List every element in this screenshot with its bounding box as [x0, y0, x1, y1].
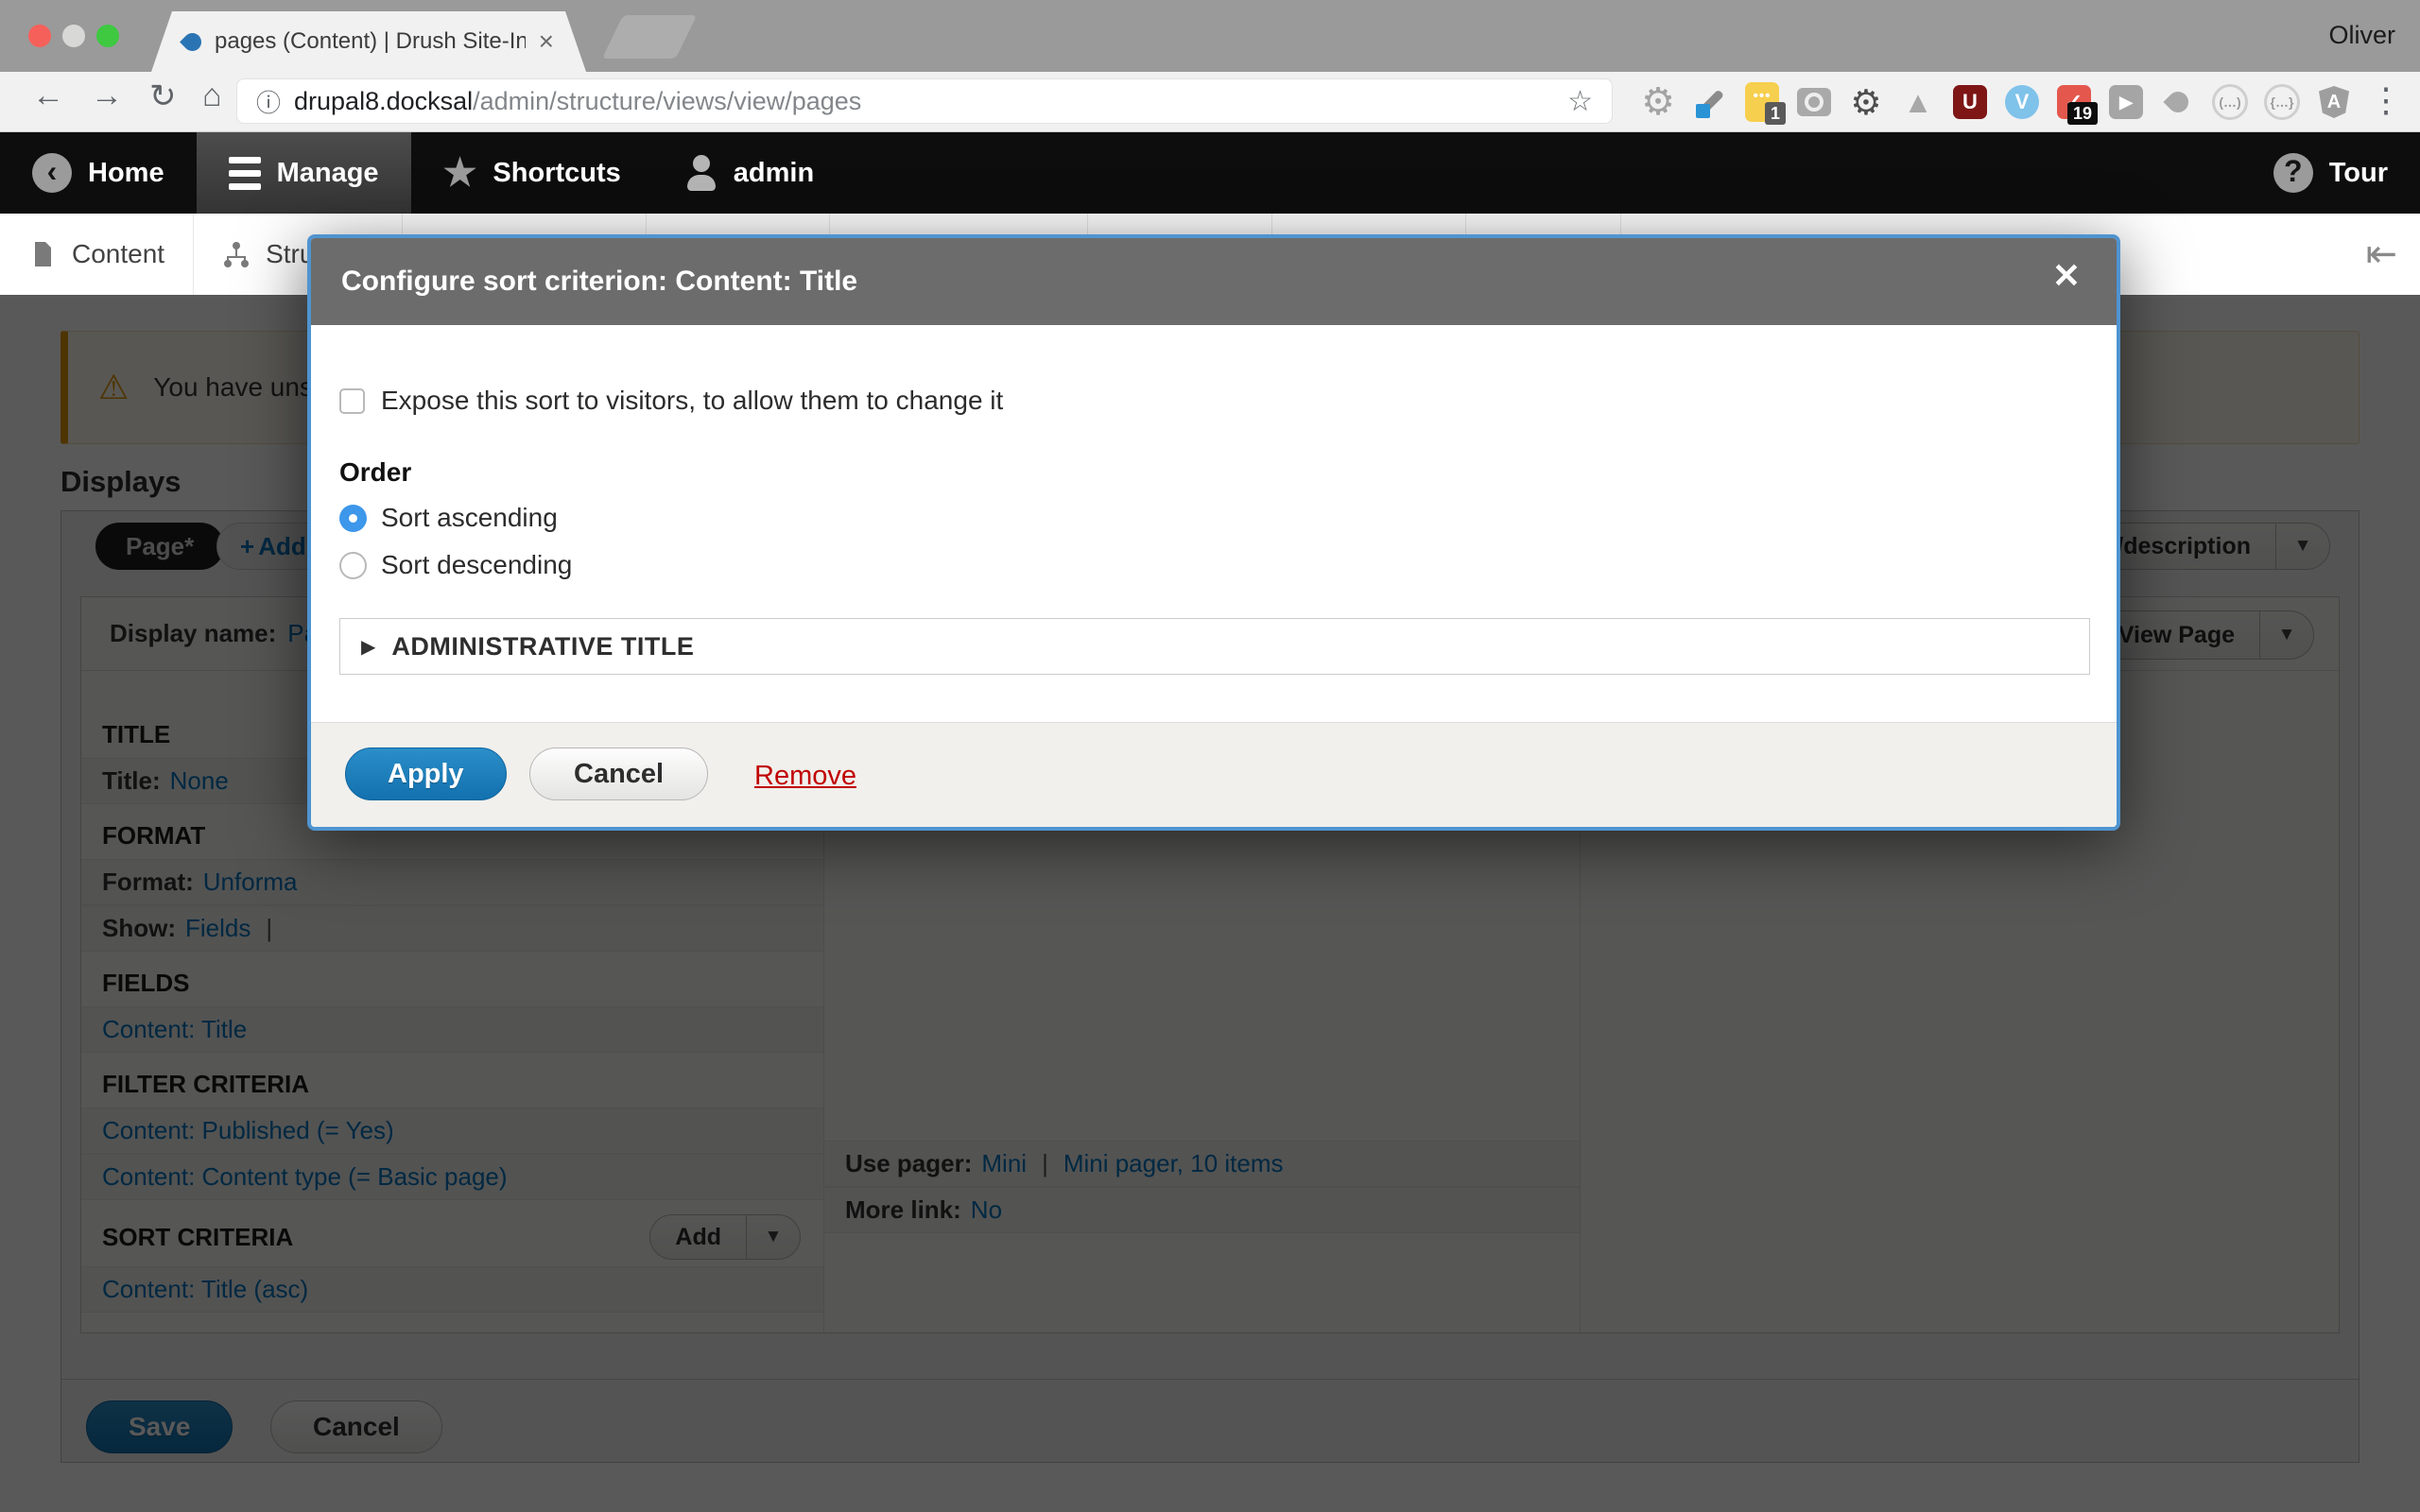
- toolbar-home-label: Home: [88, 158, 164, 189]
- forward-icon[interactable]: →: [91, 77, 123, 114]
- zoom-window-button[interactable]: [96, 25, 119, 47]
- toolbar-item-tour[interactable]: ? Tour: [2241, 132, 2420, 214]
- drive-extension-icon[interactable]: ▲: [1900, 84, 1936, 120]
- braces-extension-icon[interactable]: {…}: [2264, 84, 2300, 120]
- toolbar-manage-label: Manage: [277, 158, 379, 189]
- configure-sort-modal: Configure sort criterion: Content: Title…: [307, 234, 2120, 831]
- todoist-extension-icon[interactable]: ✓ 19: [2056, 84, 2092, 120]
- hamburger-icon: [229, 157, 261, 190]
- url-path: /admin/structure/views/view/pages: [473, 87, 861, 115]
- gear-extension-icon[interactable]: ⚙: [1640, 84, 1676, 120]
- expose-checkbox[interactable]: [339, 388, 365, 414]
- browser-menu-icon[interactable]: ⋮: [2369, 83, 2403, 117]
- details-arrow-icon: ▶: [361, 635, 375, 659]
- url-bar[interactable]: ⓘ drupal8.docksal/admin/structure/views/…: [236, 78, 1613, 124]
- play-extension-icon[interactable]: ▶: [2108, 84, 2144, 120]
- modal-cancel-button[interactable]: Cancel: [529, 747, 708, 800]
- vimium-extension-icon[interactable]: V: [2004, 84, 2040, 120]
- minimize-window-button[interactable]: [62, 25, 85, 47]
- sort-ascending-label: Sort ascending: [381, 503, 558, 533]
- angular-extension-icon[interactable]: A: [2316, 84, 2352, 120]
- sitemap-icon: [222, 240, 251, 268]
- toolbar-item-shortcuts[interactable]: ★ Shortcuts: [411, 132, 653, 214]
- browser-tab[interactable]: pages (Content) | Drush Site-In ×: [151, 11, 586, 72]
- expose-sort-option[interactable]: Expose this sort to visitors, to allow t…: [339, 386, 1003, 416]
- browser-profile-name[interactable]: Oliver: [2328, 21, 2395, 50]
- question-icon: ?: [2273, 153, 2313, 193]
- file-icon: [28, 240, 57, 268]
- administrative-title-details[interactable]: ▶ ADMINISTRATIVE TITLE: [339, 618, 2090, 675]
- expose-label: Expose this sort to visitors, to allow t…: [381, 386, 1003, 416]
- order-label: Order: [339, 457, 411, 488]
- admin-toolbar: ‹ Home Manage ★ Shortcuts admin ? Tour: [0, 132, 2420, 214]
- toolbar-item-manage[interactable]: Manage: [197, 132, 411, 214]
- sort-ascending-radio[interactable]: [339, 505, 367, 532]
- drupal-favicon: [180, 29, 205, 55]
- modal-footer: Apply Cancel Remove: [311, 722, 2117, 827]
- user-icon: [685, 155, 717, 191]
- reload-icon[interactable]: ↻: [149, 77, 177, 115]
- ublock-extension-icon[interactable]: U: [1952, 84, 1988, 120]
- color-picker-extension-icon[interactable]: [1692, 84, 1728, 120]
- toolbar-shortcuts-label: Shortcuts: [493, 158, 620, 189]
- remove-link[interactable]: Remove: [754, 761, 856, 792]
- sort-descending-label: Sort descending: [381, 550, 572, 580]
- url-host: drupal8.docksal: [294, 87, 473, 115]
- drupal-extension-icon[interactable]: [2160, 84, 2196, 120]
- sort-descending-radio[interactable]: [339, 552, 367, 579]
- back-icon[interactable]: ←: [32, 77, 64, 114]
- star-icon: ★: [443, 154, 477, 192]
- browser-tab-bar: pages (Content) | Drush Site-In × Oliver: [0, 0, 2420, 72]
- password-badge: 1: [1765, 102, 1786, 125]
- close-icon[interactable]: ✕: [2052, 259, 2081, 293]
- toolbar-item-admin[interactable]: admin: [653, 132, 846, 214]
- sort-descending-option[interactable]: Sort descending: [339, 550, 572, 580]
- toolbar-item-home[interactable]: ‹ Home: [0, 132, 197, 214]
- tab-title: pages (Content) | Drush Site-In: [215, 28, 526, 55]
- apply-button[interactable]: Apply: [345, 747, 507, 800]
- parens-extension-icon[interactable]: (…): [2212, 84, 2248, 120]
- close-window-button[interactable]: [28, 25, 51, 47]
- modal-body: Expose this sort to visitors, to allow t…: [311, 325, 2117, 722]
- toolbar-admin-label: admin: [734, 158, 814, 189]
- sort-ascending-option[interactable]: Sort ascending: [339, 503, 558, 533]
- dark-gear-extension-icon[interactable]: ⚙: [1848, 84, 1884, 120]
- camera-extension-icon[interactable]: [1796, 84, 1832, 120]
- todoist-badge: 19: [2067, 102, 2098, 125]
- home-icon[interactable]: ⌂: [202, 77, 222, 114]
- toolbar-collapse-icon[interactable]: ⇤: [2342, 232, 2420, 276]
- back-to-site-icon: ‹: [32, 153, 72, 193]
- modal-header[interactable]: Configure sort criterion: Content: Title…: [311, 238, 2117, 325]
- menu-item-content[interactable]: Content: [0, 214, 194, 295]
- new-tab-button[interactable]: [602, 15, 697, 59]
- bookmark-star-icon[interactable]: ☆: [1567, 85, 1593, 118]
- extension-icons: ⚙ ••• 1 ⚙ ▲ U V ✓ 19 ▶ (…) {…} A: [1640, 79, 2352, 125]
- password-manager-extension-icon[interactable]: ••• 1: [1744, 84, 1780, 120]
- tab-close-icon[interactable]: ×: [539, 26, 554, 57]
- modal-title: Configure sort criterion: Content: Title: [341, 266, 857, 298]
- details-label: ADMINISTRATIVE TITLE: [391, 632, 694, 662]
- toolbar-tour-label: Tour: [2329, 158, 2388, 189]
- site-info-icon[interactable]: ⓘ: [256, 84, 281, 119]
- browser-nav-bar: ← → ↻ ⌂ ⓘ drupal8.docksal/admin/structur…: [0, 72, 2420, 132]
